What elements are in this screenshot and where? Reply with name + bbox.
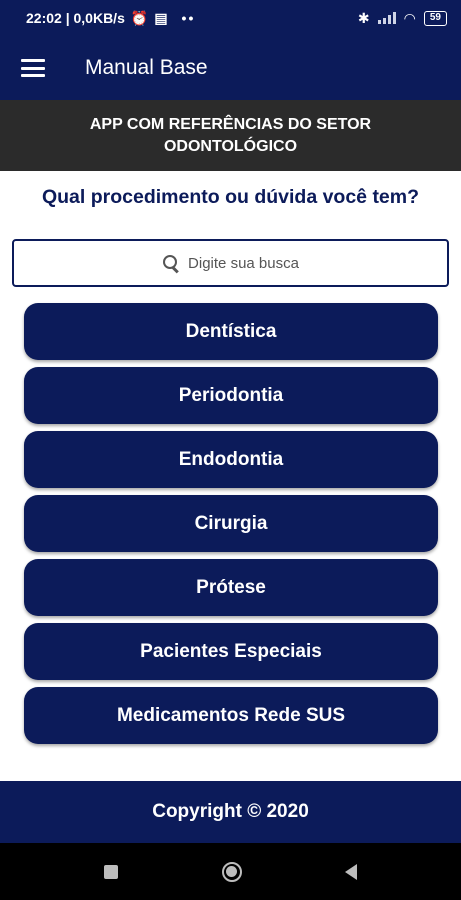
notification-icon: ▤ — [154, 9, 168, 26]
copyright-text: Copyright © 2020 — [152, 801, 309, 822]
category-list: Dentística Periodontia Endodontia Cirurg… — [24, 303, 438, 751]
hamburger-menu-icon[interactable] — [21, 59, 45, 77]
search-icon — [162, 254, 180, 272]
app-bar: Manual Base — [0, 36, 461, 100]
app-banner: APP COM REFERÊNCIAS DO SETOR ODONTOLÓGIC… — [0, 100, 461, 171]
category-button-protese[interactable]: Prótese — [24, 559, 438, 616]
wifi-icon: ◠ — [403, 9, 416, 26]
app-title: Manual Base — [85, 56, 208, 79]
category-button-dentistica[interactable]: Dentística — [24, 303, 438, 360]
banner-text: APP COM REFERÊNCIAS DO SETOR ODONTOLÓGIC… — [89, 115, 372, 155]
status-bar: 22:02 | 0,0KB/s ⏰ ▤ •• ✱ ◠ 59 — [0, 0, 461, 36]
alarm-icon: ⏰ — [130, 9, 149, 26]
category-button-pacientes-especiais[interactable]: Pacientes Especiais — [24, 623, 438, 680]
system-navigation-bar — [0, 843, 461, 900]
footer: Copyright © 2020 — [0, 781, 461, 843]
status-time: 22:02 | 0,0KB/s — [26, 10, 125, 26]
question-heading: Qual procedimento ou dúvida você tem? — [41, 186, 420, 208]
category-button-cirurgia[interactable]: Cirurgia — [24, 495, 438, 552]
home-circle-icon[interactable] — [221, 861, 242, 882]
signal-icon — [377, 12, 396, 24]
recents-square-icon[interactable] — [103, 864, 118, 879]
status-left: 22:02 | 0,0KB/s ⏰ ▤ •• — [26, 10, 195, 27]
battery-icon: 59 — [423, 10, 447, 26]
search-input[interactable]: Digite sua busca — [12, 239, 449, 287]
bluetooth-icon: ✱ — [357, 9, 370, 26]
more-notifications-icon: •• — [181, 10, 196, 26]
search-placeholder: Digite sua busca — [188, 254, 299, 272]
back-triangle-icon[interactable] — [345, 863, 358, 880]
category-button-periodontia[interactable]: Periodontia — [24, 367, 438, 424]
category-button-endodontia[interactable]: Endodontia — [24, 431, 438, 488]
category-button-medicamentos-rede-sus[interactable]: Medicamentos Rede SUS — [24, 687, 438, 744]
status-right: ✱ ◠ 59 — [358, 10, 447, 27]
